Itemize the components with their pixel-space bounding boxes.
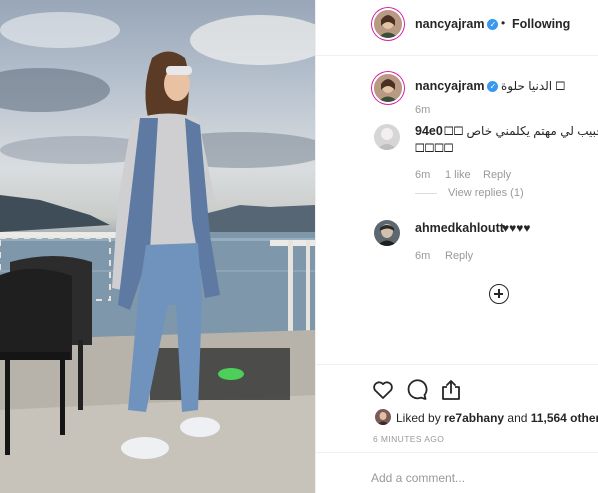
post-photo[interactable]	[0, 0, 315, 493]
comment-text-continued: 🞏🞏🞏🞏	[415, 141, 454, 155]
caption-time[interactable]: 6m	[415, 104, 430, 116]
caption-author-avatar[interactable]	[374, 74, 402, 102]
caption-username-text[interactable]: nancyajram	[415, 79, 484, 93]
add-comment-bar	[316, 452, 598, 493]
replies-divider	[415, 193, 437, 194]
likes-count[interactable]: 11,564 others	[531, 411, 598, 425]
comment-avatar[interactable]	[374, 124, 400, 150]
comment-likes[interactable]: 1 like	[445, 169, 471, 181]
caption-text: الدنيا حلوة 🞏	[501, 79, 566, 93]
author-username[interactable]: nancyajram ✓	[415, 17, 499, 31]
likes-and: and	[507, 411, 528, 425]
photo-illustration	[0, 12, 315, 493]
load-more-comments-icon[interactable]	[489, 284, 509, 304]
post-side-panel: nancyajram ✓ • Following nancyajram ✓ الدن…	[315, 0, 598, 493]
add-comment-input[interactable]	[371, 469, 581, 487]
verified-badge-icon: ✓	[487, 19, 499, 30]
likes-prefix: Liked by	[396, 411, 441, 425]
post-timestamp[interactable]: 6 MINUTES AGO	[373, 434, 444, 444]
actions-divider	[316, 364, 598, 365]
verified-badge-icon: ✓	[487, 81, 499, 92]
comment-time[interactable]: 6m	[415, 250, 430, 262]
comment-username[interactable]: 94e0	[415, 124, 443, 138]
following-button[interactable]: Following	[512, 17, 570, 31]
liker-username[interactable]: re7abhany	[444, 411, 504, 425]
author-name-text[interactable]: nancyajram	[415, 17, 484, 31]
view-replies-button[interactable]: View replies (1)	[448, 187, 524, 199]
comment-username[interactable]: ahmedkahloutt	[415, 221, 504, 235]
comment-time[interactable]: 6m	[415, 169, 430, 181]
comment-text: ♥♥♥♥	[502, 221, 531, 235]
liker-avatar[interactable]	[375, 409, 391, 425]
post-header: nancyajram ✓ • Following	[316, 0, 598, 56]
share-icon[interactable]	[439, 378, 463, 402]
likes-summary: Liked by re7abhany and 11,564 others	[396, 411, 598, 425]
caption-username[interactable]: nancyajram ✓	[415, 79, 499, 93]
author-avatar[interactable]	[374, 10, 402, 38]
comment-icon[interactable]	[405, 378, 429, 402]
heart-icon[interactable]	[371, 378, 395, 402]
separator-dot: •	[501, 16, 506, 30]
reply-button[interactable]: Reply	[445, 250, 473, 262]
comment-avatar[interactable]	[374, 220, 400, 246]
comment-text: 🞏🞏 اريد حبيب لي مهتم يكلمني خاص	[444, 124, 598, 138]
reply-button[interactable]: Reply	[483, 169, 511, 181]
